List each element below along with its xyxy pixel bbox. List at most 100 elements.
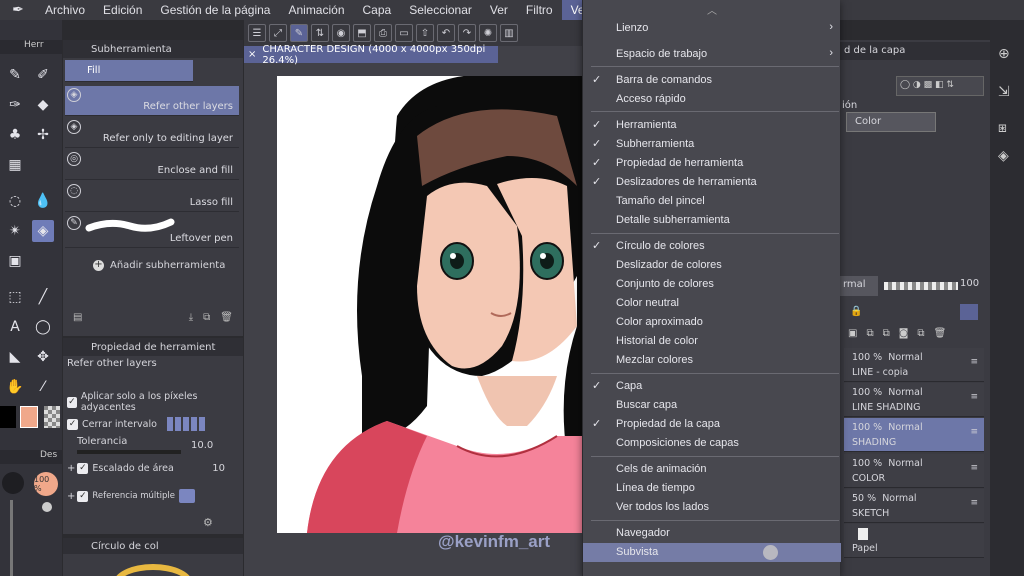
menu-item-ver-lados[interactable]: Ver todos los lados xyxy=(583,498,841,517)
add-subtool-button[interactable]: + Añadir subherramienta xyxy=(93,260,225,271)
subtool-item[interactable]: ✎ Leftover pen xyxy=(65,214,239,248)
menu-item-mezclar-colores[interactable]: Mezclar colores xyxy=(583,351,841,370)
blend-tool-icon[interactable]: 💧 xyxy=(32,190,54,212)
size-slider-track[interactable] xyxy=(10,500,13,576)
new-page-icon[interactable]: ⬒ xyxy=(353,24,371,42)
drag-handle-icon[interactable]: ≡ xyxy=(970,392,978,402)
menu-item-detalle-subherramienta[interactable]: Detalle subherramienta xyxy=(583,211,841,230)
tolerance-value[interactable]: 10.0 xyxy=(191,440,213,451)
sparkle-tool-icon[interactable]: ✢ xyxy=(32,124,54,146)
print-icon[interactable]: ▭ xyxy=(395,24,413,42)
loading-icon[interactable]: ✺ xyxy=(479,24,497,42)
menu-item-acceso-rapido[interactable]: Acceso rápido xyxy=(583,90,841,109)
area-value[interactable]: 10 xyxy=(212,463,225,474)
sub-color-swatch[interactable] xyxy=(20,406,38,428)
subtool-group-fill[interactable]: Fill xyxy=(65,60,193,82)
updown-icon[interactable]: ⇅ xyxy=(311,24,329,42)
multi-reference-option[interactable]: + ✓ Referencia múltiple xyxy=(67,486,237,506)
lasso-tool-icon[interactable]: ◌ xyxy=(4,190,26,212)
opacity-value[interactable]: 100 xyxy=(960,278,979,289)
main-color-swatch[interactable] xyxy=(0,406,16,428)
adjacent-pixels-option[interactable]: ✓ Aplicar solo a los píxeles adyacentes xyxy=(67,391,237,413)
menu-item-subvista[interactable]: Subvista xyxy=(583,543,841,562)
menu-item-propiedad-capa[interactable]: ✓ Propiedad de la capa xyxy=(583,415,841,434)
trash-icon[interactable]: 🗑 xyxy=(220,312,233,328)
menu-item-conjunto-colores[interactable]: Conjunto de colores xyxy=(583,275,841,294)
balloon-tool-icon[interactable]: ◯ xyxy=(32,316,54,338)
reference-layers-icon[interactable] xyxy=(178,489,195,503)
size-slider-handle[interactable] xyxy=(42,502,52,512)
menu-archivo[interactable]: Archivo xyxy=(36,0,94,20)
layer-effect-icons[interactable]: ◯ ◑ ▩ ◧ ⇅ xyxy=(896,76,984,96)
subtool-item[interactable]: ◌ Lasso fill xyxy=(65,182,239,212)
scroll-up-icon[interactable]: ︿ xyxy=(707,2,717,17)
menu-ver[interactable]: Ver xyxy=(481,0,517,20)
menu-item-color-aproximado[interactable]: Color aproximado xyxy=(583,313,841,332)
brush-size-tab[interactable]: Des xyxy=(0,450,62,464)
menu-filtro[interactable]: Filtro xyxy=(517,0,562,20)
layer-row[interactable]: 100 % Normal LINE - copia ≡ xyxy=(844,348,984,382)
pen-tool-icon[interactable]: ✎ xyxy=(4,64,26,86)
gradient-tool-icon[interactable]: ▣ xyxy=(4,250,26,272)
layer-row[interactable]: 100 % Normal COLOR ≡ xyxy=(844,454,984,488)
subtool-item[interactable]: ◎ Enclose and fill xyxy=(65,150,239,180)
menu-item-linea-tiempo[interactable]: Línea de tiempo xyxy=(583,479,841,498)
gap-size-bar[interactable] xyxy=(166,417,207,431)
clear-icon[interactable]: ▥ xyxy=(500,24,518,42)
blend-mode-select[interactable]: rmal xyxy=(840,276,878,296)
operation-tool-icon[interactable]: ⬚ xyxy=(4,286,26,308)
checkbox-icon[interactable]: ✓ xyxy=(67,396,77,408)
menu-item-lienzo[interactable]: Lienzo › xyxy=(583,19,841,38)
export-icon[interactable]: ⇧ xyxy=(416,24,434,42)
menu-item-deslizadores[interactable]: ✓ Deslizadores de herramienta xyxy=(583,173,841,192)
edit-icon[interactable]: ✎ xyxy=(290,24,308,42)
layer-row[interactable]: 100 % Normal LINE SHADING ≡ xyxy=(844,383,984,417)
layer-row[interactable]: 50 % Normal SKETCH ≡ xyxy=(844,489,984,523)
export-panel-icon[interactable]: ⇲ xyxy=(998,84,1010,100)
menu-item-subherramienta[interactable]: ✓ Subherramienta xyxy=(583,135,841,154)
menu-item-composiciones-capas[interactable]: Composiciones de capas xyxy=(583,434,841,453)
drag-handle-icon[interactable]: ≡ xyxy=(970,498,978,508)
layer-actions-bar[interactable]: ▣⧉⧉◙⧉🗑 xyxy=(848,328,955,339)
line-tool-icon[interactable]: ╱ xyxy=(32,286,54,308)
undo-icon[interactable]: ↶ xyxy=(437,24,455,42)
menu-item-circulo-colores[interactable]: ✓ Círculo de colores xyxy=(583,237,841,256)
menu-capa[interactable]: Capa xyxy=(354,0,401,20)
menu-item-barra-comandos[interactable]: ✓ Barra de comandos xyxy=(583,71,841,90)
download-icon[interactable]: ⤓ xyxy=(189,312,193,328)
subtool-item[interactable]: ◈ Refer only to editing layer xyxy=(65,118,239,148)
menu-item-buscar-capa[interactable]: Buscar capa xyxy=(583,396,841,415)
tool-settings-icon[interactable]: ⚙ xyxy=(203,516,213,529)
tool-palette-tab[interactable]: Herr xyxy=(0,40,62,54)
menu-gestion-pagina[interactable]: Gestión de la página xyxy=(151,0,279,20)
drag-handle-icon[interactable]: ≡ xyxy=(970,427,978,437)
grid-tool-icon[interactable]: ▦ xyxy=(4,154,26,176)
reference-layer-icon[interactable] xyxy=(960,304,978,320)
save-icon[interactable]: ⎙ xyxy=(374,24,392,42)
menu-item-color-neutral[interactable]: Color neutral xyxy=(583,294,841,313)
checkbox-icon[interactable]: ✓ xyxy=(77,462,89,474)
magic-wand-icon[interactable]: ✴ xyxy=(4,220,26,242)
canvas-paper[interactable] xyxy=(277,76,583,533)
menu-seleccionar[interactable]: Seleccionar xyxy=(400,0,481,20)
layer-row-selected[interactable]: 100 % Normal SHADING ≡ xyxy=(844,418,984,452)
fit-icon[interactable]: ⤢ xyxy=(269,24,287,42)
menu-item-capa[interactable]: ✓ Capa xyxy=(583,377,841,396)
menu-item-propiedad-herramienta[interactable]: ✓ Propiedad de herramienta xyxy=(583,154,841,173)
expression-color-select[interactable]: Color xyxy=(846,112,936,132)
checkbox-icon[interactable]: ✓ xyxy=(77,490,89,502)
opacity-slider[interactable] xyxy=(884,282,958,290)
menu-item-tamano-pincel[interactable]: Tamaño del pincel xyxy=(583,192,841,211)
menu-item-deslizador-colores[interactable]: Deslizador de colores xyxy=(583,256,841,275)
area-scaling-option[interactable]: + ✓ Escalado de área 10 xyxy=(67,458,237,478)
menu-item-cels-animacion[interactable]: Cels de animación xyxy=(583,460,841,479)
fill-tool-icon[interactable]: ◈ xyxy=(32,220,54,242)
settings-icon[interactable]: ▤ xyxy=(73,312,82,328)
hand-tool-icon[interactable]: ✋ xyxy=(4,376,26,398)
app-logo-icon[interactable]: ✒ xyxy=(0,0,36,20)
drag-handle-icon[interactable]: ≡ xyxy=(970,357,978,367)
close-tab-icon[interactable]: × xyxy=(248,49,256,60)
drag-handle-icon[interactable]: ≡ xyxy=(970,463,978,473)
layer-property-icon[interactable]: ⊕ xyxy=(998,46,1010,62)
decoration-tool-icon[interactable]: ♣ xyxy=(4,124,26,146)
